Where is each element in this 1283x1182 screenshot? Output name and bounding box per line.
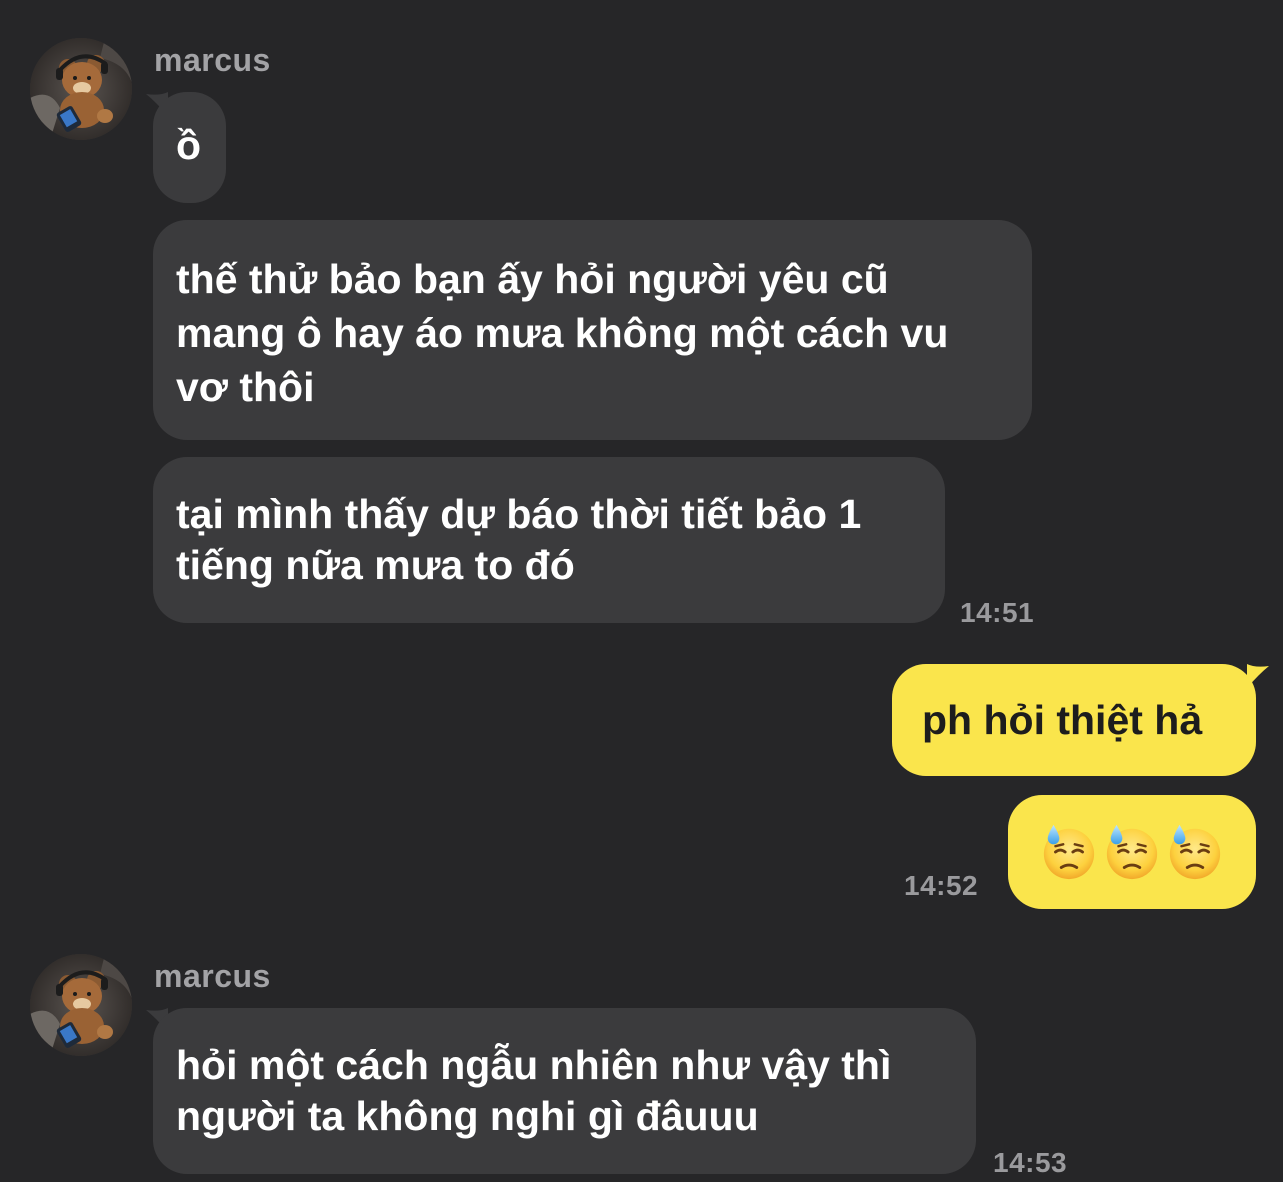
- avatar-image: [30, 954, 132, 1056]
- downcast-face-with-sweat-icon: [1040, 823, 1098, 881]
- chat-screen: marcus ồ thế thử bảo bạn ấy hỏi người yê…: [0, 0, 1283, 1182]
- message-bubble[interactable]: ồ: [153, 92, 226, 203]
- message-bubble[interactable]: hỏi một cách ngẫu nhiên như vậy thì ngườ…: [153, 1008, 976, 1174]
- message-timestamp: 14:52: [904, 870, 979, 901]
- message-bubble-outgoing[interactable]: ph hỏi thiệt hả: [892, 664, 1256, 776]
- avatar-marcus[interactable]: [30, 954, 132, 1056]
- message-text: ph hỏi thiệt hả: [922, 697, 1203, 743]
- downcast-face-with-sweat-icon: [1166, 823, 1224, 881]
- message-text: tại mình thấy dự báo thời tiết bảo 1 tiế…: [176, 491, 862, 588]
- message-text: ồ: [176, 122, 202, 168]
- sender-name: marcus: [154, 42, 271, 78]
- message-bubble[interactable]: thế thử bảo bạn ấy hỏi người yêu cũ mang…: [153, 220, 1032, 440]
- message-text: thế thử bảo bạn ấy hỏi người yêu cũ mang…: [176, 256, 949, 410]
- emoji-message-bubble[interactable]: [1008, 795, 1256, 909]
- message-timestamp: 14:53: [993, 1147, 1068, 1178]
- message-text: hỏi một cách ngẫu nhiên như vậy thì ngườ…: [176, 1042, 892, 1139]
- sender-name: marcus: [154, 958, 271, 994]
- emoji-row: [1040, 795, 1228, 909]
- avatar-image: [30, 38, 132, 140]
- message-timestamp: 14:51: [960, 597, 1035, 628]
- downcast-face-with-sweat-icon: [1103, 823, 1161, 881]
- message-bubble[interactable]: tại mình thấy dự báo thời tiết bảo 1 tiế…: [153, 457, 945, 623]
- avatar-marcus[interactable]: [30, 38, 132, 140]
